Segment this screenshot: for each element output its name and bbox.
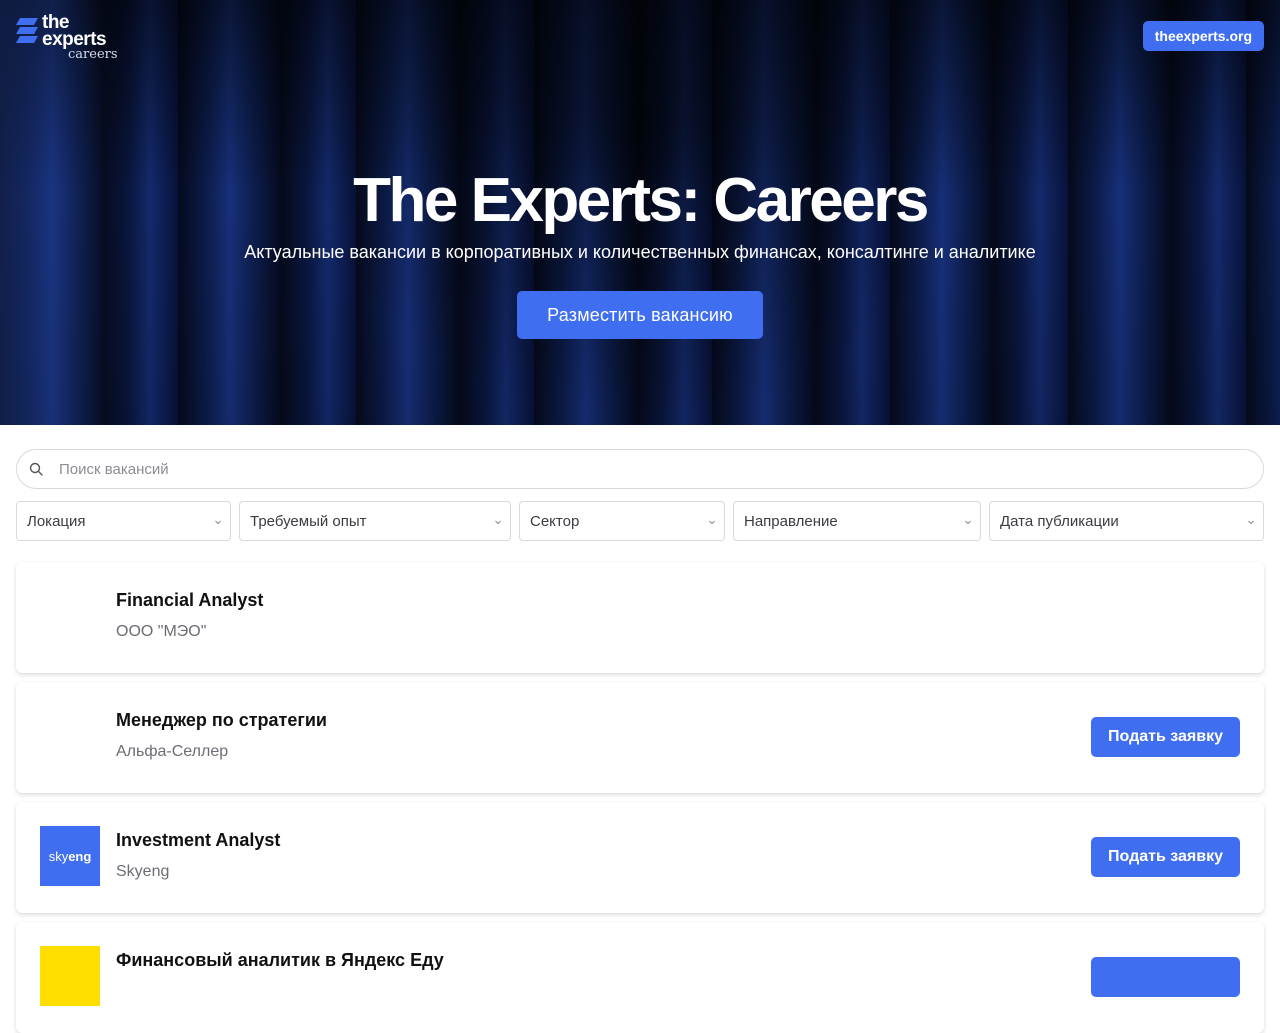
filter-label: Локация — [27, 512, 86, 530]
page-title: The Experts: Careers — [353, 166, 929, 235]
filter-label: Дата публикации — [1000, 512, 1119, 530]
chevron-down-icon — [215, 520, 221, 525]
hero-banner: the experts careers theexperts.org The E… — [0, 0, 1280, 425]
apply-button[interactable]: Подать заявку — [1091, 717, 1240, 757]
filter-label: Направление — [744, 512, 838, 530]
apply-button[interactable]: Подать заявку — [1091, 837, 1240, 877]
chevron-down-icon — [709, 520, 715, 525]
filter-date-select[interactable]: Дата публикации — [989, 501, 1264, 541]
job-title[interactable]: Investment Analyst — [116, 830, 280, 851]
filter-direction-select[interactable]: Направление — [733, 501, 981, 541]
company-name: Альфа-Селлер — [116, 743, 229, 760]
job-title[interactable]: Financial Analyst — [116, 590, 263, 611]
job-card[interactable]: Финансовый аналитик в Яндекс Еду — [16, 922, 1264, 1033]
site-logo[interactable]: the experts careers — [16, 13, 118, 63]
filter-location-select[interactable]: Локация — [16, 501, 231, 541]
filter-experience-select[interactable]: Требуемый опыт — [239, 501, 511, 541]
logo-mark-icon — [16, 18, 38, 43]
company-logo — [40, 946, 100, 1006]
company-name: Skyeng — [116, 863, 170, 880]
logo-line-2: experts — [42, 29, 107, 51]
company-name: ООО "МЭО" — [116, 623, 207, 640]
theexperts-link-button[interactable]: theexperts.org — [1142, 21, 1264, 51]
job-card[interactable]: sky eng Investment Analyst Skyeng Подать … — [16, 802, 1264, 913]
job-title[interactable]: Финансовый аналитик в Яндекс Еду — [116, 950, 444, 971]
chevron-down-icon — [495, 520, 501, 525]
logo-text: sky — [48, 848, 69, 864]
job-title[interactable]: Менеджер по стратегии — [116, 710, 327, 731]
logo-line-3: careers — [68, 47, 118, 63]
filter-label: Требуемый опыт — [250, 512, 367, 530]
logo-wordmark: the experts careers — [42, 13, 118, 63]
search-icon — [29, 462, 43, 476]
search-bar[interactable] — [16, 449, 1264, 489]
chevron-down-icon — [965, 520, 971, 525]
job-card[interactable]: Financial Analyst ООО "МЭО" — [16, 562, 1264, 673]
company-logo: sky eng — [40, 826, 100, 886]
post-vacancy-button[interactable]: Разместить вакансию — [517, 291, 763, 339]
logo-text: eng — [68, 848, 92, 864]
apply-button[interactable] — [1091, 957, 1240, 997]
search-input[interactable] — [57, 459, 1207, 479]
chevron-down-icon — [1248, 520, 1254, 525]
job-card[interactable]: Менеджер по стратегии Альфа-Селлер Подат… — [16, 682, 1264, 793]
filter-label: Сектор — [530, 512, 580, 530]
page-subtitle: Актуальные вакансии в корпоративных и ко… — [244, 242, 1036, 262]
filter-sector-select[interactable]: Сектор — [519, 501, 725, 541]
